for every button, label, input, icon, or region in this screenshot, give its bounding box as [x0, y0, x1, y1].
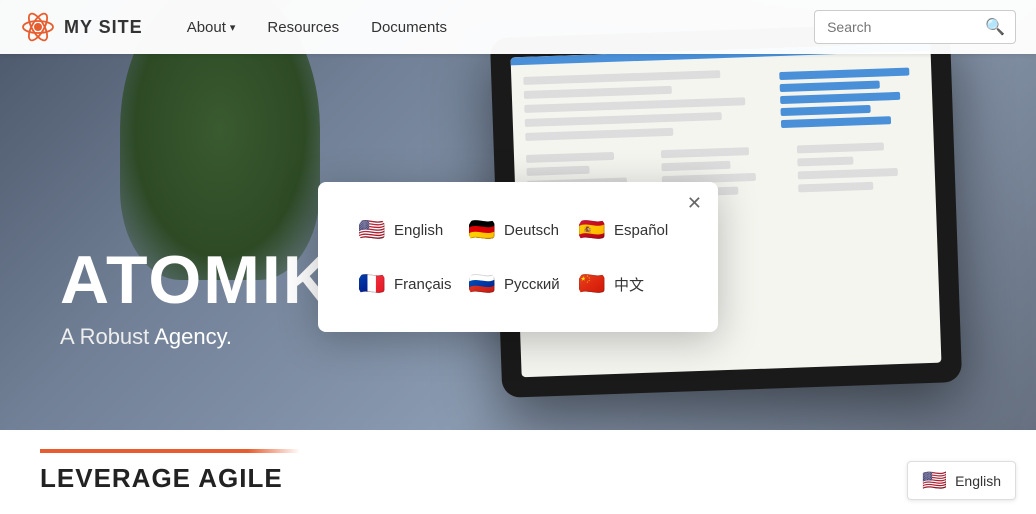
language-modal: ✕ 🇺🇸 English 🇩🇪 Deutsch 🇪🇸 Español 🇫🇷 Français 🇷… [318, 182, 718, 332]
language-label-fr: Français [394, 276, 452, 293]
flag-icon-es: 🇪🇸 [578, 216, 606, 244]
language-grid: 🇺🇸 English 🇩🇪 Deutsch 🇪🇸 Español 🇫🇷 Français 🇷🇺 Р… [358, 212, 678, 302]
flag-icon-en: 🇺🇸 [358, 216, 386, 244]
flag-icon-ru: 🇷🇺 [468, 270, 496, 298]
language-option-zh[interactable]: 🇨🇳 中文 [578, 266, 678, 302]
language-option-es[interactable]: 🇪🇸 Español [578, 212, 678, 248]
flag-icon-de: 🇩🇪 [468, 216, 496, 244]
modal-close-button[interactable]: ✕ [687, 194, 702, 212]
language-label-es: Español [614, 222, 668, 239]
language-label-de: Deutsch [504, 222, 559, 239]
flag-icon-fr: 🇫🇷 [358, 270, 386, 298]
language-option-de[interactable]: 🇩🇪 Deutsch [468, 212, 568, 248]
modal-overlay: ✕ 🇺🇸 English 🇩🇪 Deutsch 🇪🇸 Español 🇫🇷 Français 🇷… [0, 0, 1036, 514]
language-option-en[interactable]: 🇺🇸 English [358, 212, 458, 248]
language-option-ru[interactable]: 🇷🇺 Русский [468, 266, 568, 302]
language-label-zh: 中文 [614, 274, 644, 295]
language-label-ru: Русский [504, 276, 560, 293]
language-option-fr[interactable]: 🇫🇷 Français [358, 266, 458, 302]
flag-icon-zh: 🇨🇳 [578, 270, 606, 298]
language-label-en: English [394, 222, 443, 239]
